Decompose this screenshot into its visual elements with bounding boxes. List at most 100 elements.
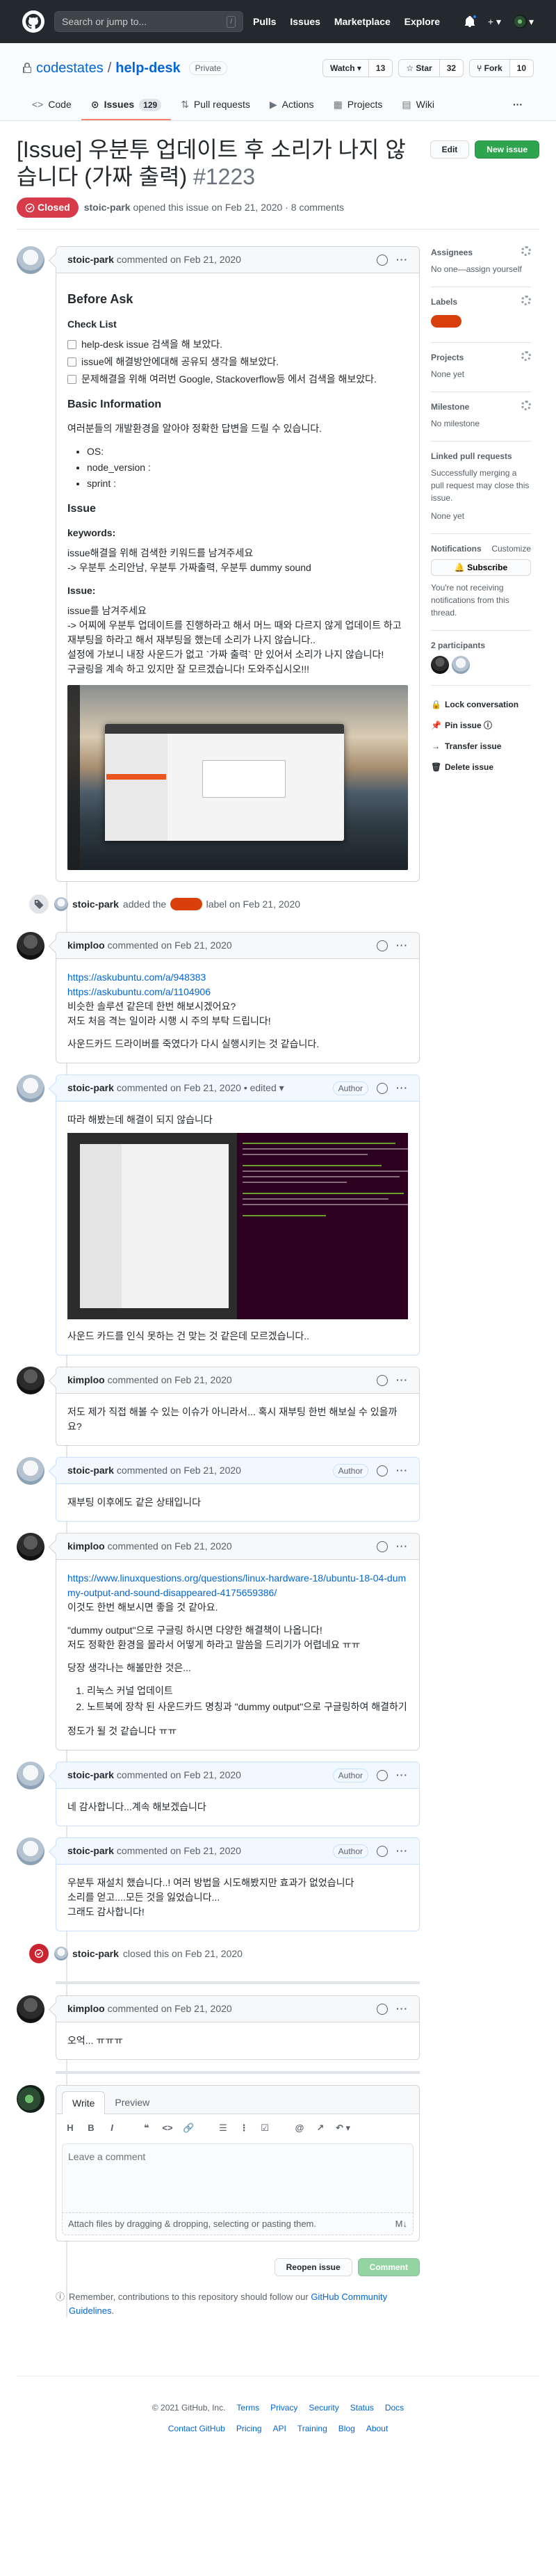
tab-actions[interactable]: ▶ Actions: [260, 92, 324, 120]
tab-pull-requests[interactable]: ⇅ Pull requests: [171, 92, 260, 120]
avatar[interactable]: [17, 1837, 44, 1866]
new-issue-button[interactable]: New issue: [475, 140, 539, 159]
comment-author[interactable]: kimploo: [67, 938, 105, 953]
askubuntu-link[interactable]: https://askubuntu.com/a/948383: [67, 972, 206, 983]
label-pill[interactable]: label: [170, 898, 202, 911]
star-button[interactable]: ☆ Star: [398, 59, 440, 77]
cross-reference-icon[interactable]: ↗: [315, 2121, 326, 2135]
pin-issue-action[interactable]: 📌 Pin issue ⓘ: [431, 715, 531, 736]
footer-link[interactable]: API: [273, 2422, 286, 2435]
comment-author[interactable]: stoic-park: [67, 1768, 114, 1782]
lock-conversation-action[interactable]: 🔒 Lock conversation: [431, 694, 531, 715]
comment-menu-icon[interactable]: ···: [396, 1768, 408, 1782]
bulleted-list-icon[interactable]: ☰: [218, 2121, 229, 2135]
terminal-screenshot[interactable]: [67, 1133, 408, 1320]
avatar[interactable]: [17, 246, 44, 275]
event-author[interactable]: stoic-park: [72, 1947, 119, 1961]
footer-link[interactable]: Contact GitHub: [168, 2422, 225, 2435]
nav-explore[interactable]: Explore: [404, 16, 440, 27]
nav-issues[interactable]: Issues: [290, 16, 320, 27]
assignees-value[interactable]: No one—assign yourself: [431, 263, 531, 275]
subscribe-button[interactable]: 🔔 Subscribe: [431, 559, 531, 577]
search-input[interactable]: Search or jump to... /: [54, 11, 243, 32]
footer-link[interactable]: Privacy: [270, 2401, 297, 2414]
gear-icon[interactable]: [521, 296, 531, 306]
issue-author[interactable]: stoic-park: [84, 202, 131, 213]
attach-files-bar[interactable]: Attach files by dragging & dropping, sel…: [62, 2212, 414, 2236]
avatar[interactable]: [17, 1074, 44, 1103]
checkbox[interactable]: [67, 375, 76, 385]
comment-author[interactable]: kimploo: [67, 1539, 105, 1554]
notifications-bell-icon[interactable]: [464, 14, 477, 27]
linuxquestions-link[interactable]: https://www.linuxquestions.org/questions…: [67, 1572, 406, 1598]
comment-author[interactable]: stoic-park: [67, 252, 114, 267]
avatar[interactable]: [17, 1367, 44, 1395]
avatar[interactable]: [17, 1533, 44, 1561]
fork-button[interactable]: ⑂ Fork: [469, 59, 510, 77]
edit-title-button[interactable]: Edit: [430, 140, 470, 159]
customize-link[interactable]: Customize: [491, 542, 531, 555]
watch-count[interactable]: 13: [368, 59, 393, 77]
footer-link[interactable]: Status: [350, 2401, 374, 2414]
link-icon[interactable]: 🔗: [183, 2121, 194, 2135]
quote-icon[interactable]: ❝: [141, 2121, 152, 2135]
askubuntu-link[interactable]: https://askubuntu.com/a/1104906: [67, 986, 211, 997]
footer-link[interactable]: Terms: [236, 2401, 259, 2414]
task-list-icon[interactable]: ☑: [259, 2121, 270, 2135]
footer-link[interactable]: Blog: [338, 2422, 355, 2435]
footer-link[interactable]: Pricing: [236, 2422, 262, 2435]
add-reaction-icon[interactable]: [377, 1082, 388, 1094]
add-reaction-icon[interactable]: [377, 1769, 388, 1781]
reopen-issue-button[interactable]: Reopen issue: [274, 2258, 352, 2277]
comment-menu-icon[interactable]: ···: [396, 1081, 408, 1095]
avatar[interactable]: [17, 1762, 44, 1790]
comment-textarea[interactable]: Leave a comment: [62, 2143, 414, 2213]
fork-count[interactable]: 10: [509, 59, 534, 77]
tab-write[interactable]: Write: [62, 2091, 106, 2115]
projects-title[interactable]: Projects: [431, 351, 464, 364]
comment-menu-icon[interactable]: ···: [396, 252, 408, 267]
avatar[interactable]: [17, 1995, 44, 2024]
transfer-issue-action[interactable]: → Transfer issue: [431, 736, 531, 757]
repo-owner-link[interactable]: codestates: [36, 58, 104, 79]
comment-menu-icon[interactable]: ···: [396, 1539, 408, 1554]
assignees-title[interactable]: Assignees: [431, 246, 473, 259]
add-reaction-icon[interactable]: [377, 254, 388, 266]
footer-link[interactable]: Training: [297, 2422, 327, 2435]
avatar[interactable]: [54, 897, 68, 912]
comment-menu-icon[interactable]: ···: [396, 2002, 408, 2016]
github-logo-icon[interactable]: [22, 10, 44, 33]
add-reaction-icon[interactable]: [377, 940, 388, 951]
tab-projects[interactable]: ▦ Projects: [324, 92, 393, 120]
nav-pulls[interactable]: Pulls: [253, 16, 276, 27]
add-reaction-icon[interactable]: [377, 2003, 388, 2015]
comment-author[interactable]: kimploo: [67, 2002, 105, 2016]
italic-icon[interactable]: I: [106, 2121, 117, 2135]
avatar[interactable]: [54, 1947, 68, 1961]
comment-author[interactable]: stoic-park: [67, 1081, 114, 1095]
event-author[interactable]: stoic-park: [72, 897, 119, 912]
comment-date[interactable]: commented on Feb 21, 2020 • edited ▾: [117, 1081, 284, 1095]
comment-author[interactable]: stoic-park: [67, 1463, 114, 1478]
labels-title[interactable]: Labels: [431, 296, 457, 308]
repo-name-link[interactable]: help-desk: [115, 58, 180, 79]
checkbox[interactable]: [67, 357, 76, 367]
delete-issue-action[interactable]: 🗑 Delete issue: [431, 757, 531, 778]
footer-link[interactable]: About: [366, 2422, 388, 2435]
tabs-more-icon[interactable]: ···: [502, 92, 534, 120]
gear-icon[interactable]: [521, 351, 531, 362]
watch-button[interactable]: Watch ▾: [322, 59, 369, 77]
add-reaction-icon[interactable]: [377, 1845, 388, 1857]
bold-icon[interactable]: B: [85, 2121, 97, 2135]
tab-code[interactable]: <> Code: [22, 92, 81, 120]
gear-icon[interactable]: [521, 246, 531, 257]
nav-marketplace[interactable]: Marketplace: [334, 16, 391, 27]
milestone-title[interactable]: Milestone: [431, 401, 469, 413]
avatar[interactable]: [431, 656, 449, 675]
tab-preview[interactable]: Preview: [105, 2091, 159, 2114]
tab-wiki[interactable]: ▤ Wiki: [392, 92, 444, 120]
gear-icon[interactable]: [521, 401, 531, 411]
checkbox[interactable]: [67, 340, 76, 350]
reply-icon[interactable]: ↶ ▾: [336, 2121, 350, 2135]
comment-menu-icon[interactable]: ···: [396, 1463, 408, 1478]
